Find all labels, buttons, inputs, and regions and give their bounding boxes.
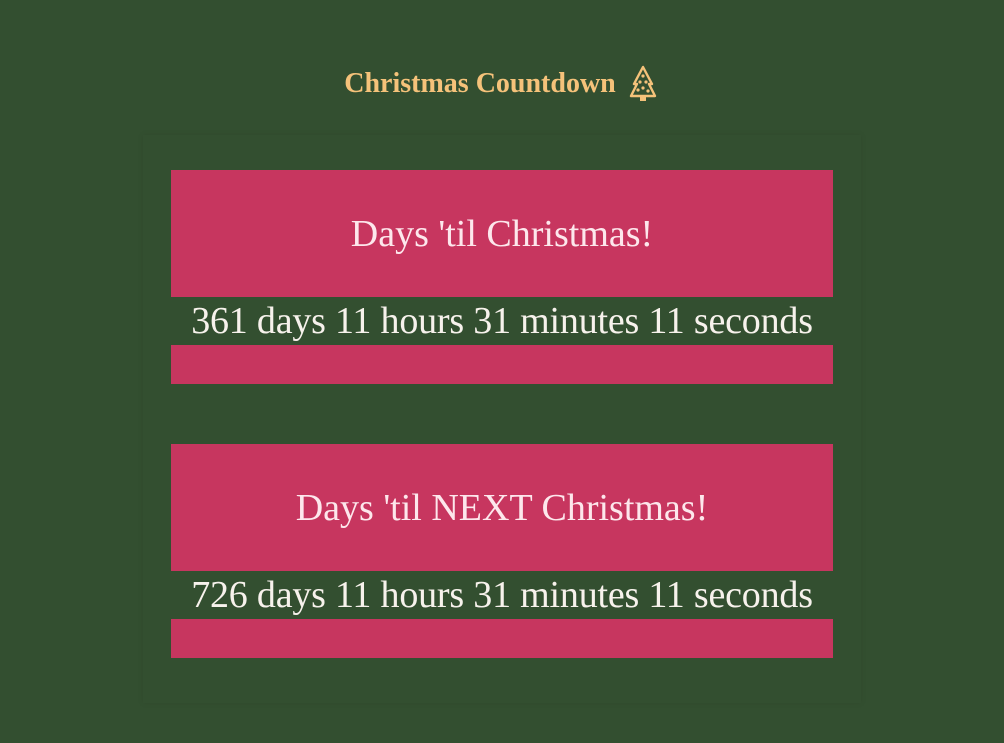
countdown-time: 361 days 11 hours 31 minutes 11 seconds xyxy=(191,300,813,342)
countdown-label: Days 'til NEXT Christmas! xyxy=(171,444,833,571)
countdown-time: 726 days 11 hours 31 minutes 11 seconds xyxy=(191,574,813,616)
countdown-card-next-christmas: Days 'til NEXT Christmas! 726 days 11 ho… xyxy=(171,444,833,658)
countdown-card-christmas: Days 'til Christmas! 361 days 11 hours 3… xyxy=(171,170,833,384)
page-title: Christmas Countdown xyxy=(0,64,1004,104)
countdown-label: Days 'til Christmas! xyxy=(171,170,833,297)
christmas-tree-icon xyxy=(626,64,660,104)
title-text: Christmas Countdown xyxy=(344,68,616,99)
countdown-card-footer xyxy=(171,619,833,658)
countdown-card-footer xyxy=(171,345,833,384)
